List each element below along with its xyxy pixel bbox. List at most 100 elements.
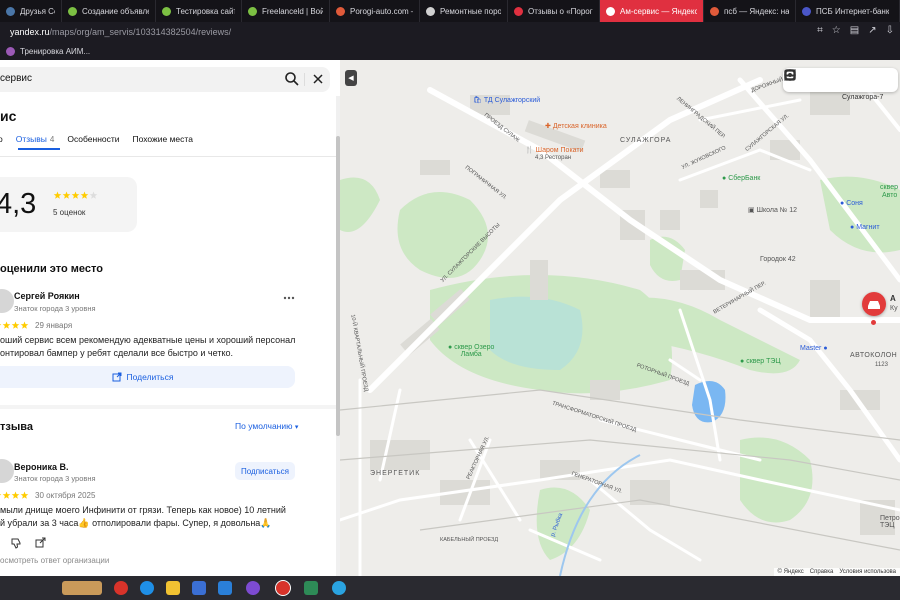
organization-panel: сервис ис о Отзывы 4 Особенности Похожие … bbox=[0, 60, 340, 576]
avatar[interactable] bbox=[0, 459, 14, 483]
section-divider bbox=[0, 405, 336, 409]
map-poi-label[interactable]: 🍴 Шаром Покати bbox=[525, 146, 584, 154]
browser-tab[interactable]: Freelanceld | Войти bbox=[242, 0, 330, 22]
park-area bbox=[340, 177, 380, 232]
telegram-icon[interactable] bbox=[332, 581, 346, 595]
address-bar[interactable]: yandex.ru/maps/org/am_servis/10331438250… bbox=[0, 22, 900, 42]
copyright: © Яндекс bbox=[777, 569, 804, 575]
map-poi-label[interactable]: сквер bbox=[880, 184, 898, 191]
map-poi-label[interactable]: ● сквер ТЭЦ bbox=[740, 358, 781, 365]
subscribe-button[interactable]: Подписаться bbox=[235, 462, 295, 480]
organization-pin[interactable] bbox=[862, 292, 886, 316]
download-icon[interactable]: ⇩ bbox=[886, 25, 894, 36]
tab-similar-places[interactable]: Похожие места bbox=[133, 134, 193, 152]
edge-icon[interactable] bbox=[140, 581, 154, 595]
pin-label[interactable]: А bbox=[890, 294, 896, 303]
terms-link[interactable]: Условия использова bbox=[839, 569, 896, 575]
car-icon bbox=[868, 301, 880, 309]
tab-favicon-icon bbox=[68, 6, 77, 16]
help-link[interactable]: Справка bbox=[810, 569, 834, 575]
reader-icon[interactable]: ▤ bbox=[850, 25, 859, 36]
owner-reply-link[interactable]: осмотреть ответ организации bbox=[0, 556, 109, 565]
chevron-left-icon: ◀ bbox=[348, 75, 354, 82]
map-district-label: ЭНЕРГЕТИК bbox=[370, 470, 421, 477]
browser-active-icon[interactable] bbox=[275, 580, 291, 596]
browser-tab[interactable]: псб — Яндекс: наш bbox=[704, 0, 796, 22]
browser-tab-label: Porogi-auto.com — bbox=[350, 6, 413, 16]
review-stars bbox=[0, 491, 29, 499]
map[interactable]: 🛍 ТД Сулажгорский ✚ Детская клиника 🍴 Ша… bbox=[340, 60, 900, 576]
reviews-heading: тзыва bbox=[0, 421, 33, 433]
map-poi-label[interactable]: Авто bbox=[882, 192, 897, 199]
tab-favicon-icon bbox=[6, 6, 15, 16]
app-icon[interactable] bbox=[304, 581, 318, 595]
map-poi-label[interactable]: 🛍 ТД Сулажгорский bbox=[473, 96, 540, 104]
map-poi-label[interactable]: Петро ТЭЦ bbox=[880, 515, 900, 529]
bookmark-item[interactable]: Тренировка АИМ... bbox=[20, 47, 90, 56]
browser-tab[interactable]: Отзывы о «Пороги- bbox=[508, 0, 600, 22]
reviews-count-badge: 4 bbox=[49, 135, 55, 144]
browser-tab[interactable]: Тестировка сайтов bbox=[156, 0, 242, 22]
more-options-icon[interactable] bbox=[283, 296, 295, 300]
organization-title: ис bbox=[0, 108, 17, 124]
browser-tab[interactable]: Друзья Сергей Р bbox=[0, 0, 62, 22]
map-poi-label[interactable]: ● СберБанк bbox=[722, 175, 760, 182]
collapse-panel-button[interactable]: ◀ bbox=[345, 70, 357, 86]
star-icon bbox=[20, 491, 29, 499]
browser-tab[interactable]: Ам-сервис — Яндекс Ка bbox=[600, 0, 704, 22]
avatar[interactable] bbox=[0, 289, 14, 313]
reviewer-name[interactable]: Вероника В. bbox=[14, 462, 68, 472]
mail-icon[interactable] bbox=[218, 581, 232, 595]
park-area bbox=[740, 437, 813, 523]
tab-favicon-icon bbox=[426, 6, 435, 16]
bookmark-icon[interactable]: ⌗ bbox=[817, 25, 823, 36]
opera-icon[interactable] bbox=[114, 581, 128, 595]
pin-point bbox=[871, 320, 876, 325]
store-icon[interactable] bbox=[192, 581, 206, 595]
tab-favicon-icon bbox=[336, 6, 345, 16]
reviewer-name[interactable]: Сергей Роякин bbox=[14, 291, 80, 301]
folder-icon[interactable] bbox=[166, 581, 180, 595]
browser-tab[interactable]: Ремонтные пороги bbox=[420, 0, 508, 22]
search-input[interactable]: сервис bbox=[0, 73, 32, 84]
search-icon[interactable] bbox=[284, 71, 300, 87]
search-separator bbox=[304, 73, 305, 86]
map-district-label: Сулажгора-7 bbox=[842, 94, 884, 101]
map-house-number: 1123 bbox=[875, 362, 888, 368]
chevron-down-icon: ▾ bbox=[294, 424, 299, 431]
browser-tab-label: Ам-сервис — Яндекс Ка bbox=[620, 6, 697, 16]
search-box[interactable]: сервис bbox=[0, 67, 330, 92]
share-button[interactable]: Поделиться bbox=[0, 366, 295, 388]
lake-area bbox=[490, 296, 583, 370]
rating-card: 4,3 5 оценок bbox=[0, 177, 137, 232]
browser-tab[interactable]: ПСБ Интернет-банк bbox=[796, 0, 900, 22]
star-icon bbox=[80, 191, 89, 199]
tab-features[interactable]: Особенности bbox=[67, 134, 119, 152]
tab-favicon-icon bbox=[606, 6, 615, 16]
weather-widget-icon[interactable] bbox=[62, 581, 102, 595]
browser-tab[interactable]: Porogi-auto.com — bbox=[330, 0, 420, 22]
map-poi-label[interactable]: ● Соня bbox=[840, 200, 863, 207]
map-poi-label[interactable]: ✚ Детская клиника bbox=[545, 122, 607, 130]
sort-dropdown[interactable]: По умолчанию ▾ bbox=[235, 421, 298, 431]
messenger-icon[interactable] bbox=[246, 581, 260, 595]
map-poi-label[interactable]: ● Магнит bbox=[850, 224, 880, 231]
map-poi-label[interactable]: ● сквер Озеро Ламба bbox=[448, 344, 494, 358]
map-poi-label[interactable]: Master ● bbox=[800, 345, 828, 352]
review-date: 30 октября 2025 bbox=[35, 491, 96, 500]
close-icon[interactable] bbox=[310, 71, 326, 87]
star-icon[interactable]: ☆ bbox=[832, 25, 841, 36]
panels-icon[interactable] bbox=[783, 68, 797, 82]
share-icon[interactable]: ↗ bbox=[868, 25, 876, 36]
review-date: 29 января bbox=[35, 321, 73, 330]
tab-favicon-icon bbox=[514, 6, 523, 16]
star-icon bbox=[89, 191, 98, 199]
review-text-line: онтировал бампер у ребят сделали все быс… bbox=[0, 347, 233, 358]
dislike-icon[interactable] bbox=[10, 537, 22, 549]
browser-tab-label: Ремонтные пороги bbox=[440, 6, 501, 16]
tab-overview[interactable]: о bbox=[0, 134, 3, 152]
browser-tab[interactable]: Создание объявле bbox=[62, 0, 156, 22]
browser-tab-label: Друзья Сергей Р bbox=[20, 6, 55, 16]
share-icon[interactable] bbox=[35, 537, 47, 549]
map-poi-label[interactable]: ▣ Школа № 12 bbox=[748, 206, 797, 214]
